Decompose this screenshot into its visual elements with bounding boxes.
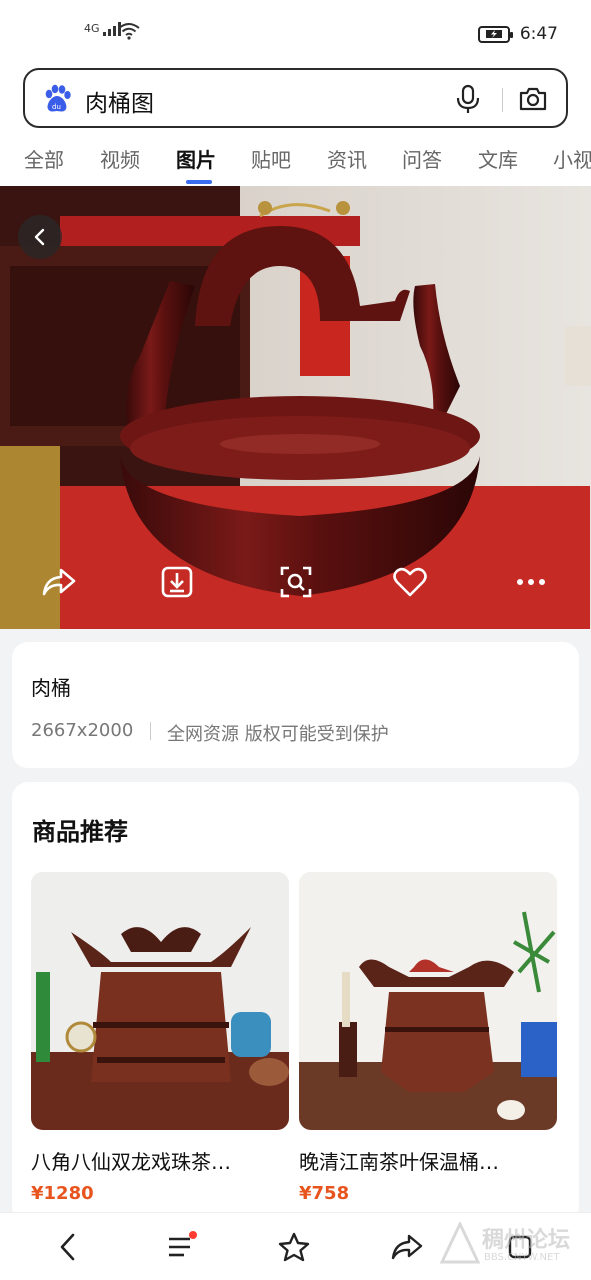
product-name[interactable]: 八角八仙双龙戏珠茶…: [31, 1146, 277, 1175]
search-box[interactable]: du 肉桶图: [23, 68, 568, 128]
microphone-icon[interactable]: [455, 84, 481, 118]
product-card[interactable]: 晚清江南茶叶保温桶… ¥758: [299, 872, 557, 1204]
share-arrow-icon: [391, 1234, 423, 1260]
signal-icon: 4G: [84, 22, 122, 36]
favorite-button[interactable]: [390, 562, 430, 602]
watermark-url: BBS.CNYW.NET: [484, 1252, 560, 1263]
section-title: 商品推荐: [32, 818, 128, 846]
more-options-button[interactable]: [511, 562, 551, 602]
tab-all[interactable]: 全部: [24, 144, 64, 173]
chevron-left-icon: [34, 228, 45, 246]
svg-text:du: du: [52, 103, 61, 111]
camera-icon[interactable]: [518, 84, 548, 118]
product-recommendations: 商品推荐 八角八仙双龙戏珠茶… ¥1280 晚清江南茶叶保温桶… ¥758: [12, 782, 579, 1222]
more-dots-icon: [517, 579, 545, 585]
tab-short-video[interactable]: 小视: [553, 144, 591, 173]
baidu-paw-icon: du: [41, 83, 73, 115]
download-icon: [161, 566, 193, 598]
status-bar: 4G 6:47: [0, 0, 591, 64]
tab-video[interactable]: 视频: [100, 144, 140, 173]
nav-bookmark-button[interactable]: [276, 1229, 312, 1265]
info-divider: [150, 722, 151, 740]
watermark-text: 稠州论坛: [482, 1228, 571, 1253]
status-time: 6:47: [519, 24, 558, 44]
product-image[interactable]: [299, 872, 557, 1130]
product-image[interactable]: [31, 872, 289, 1130]
forum-watermark: 稠州论坛 BBS.CNYW.NET: [438, 1218, 588, 1274]
image-source-note: 全网资源 版权可能受到保护: [167, 724, 389, 745]
share-arrow-icon: [42, 568, 76, 596]
share-button[interactable]: [39, 562, 79, 602]
search-header: du 肉桶图: [0, 64, 591, 134]
chevron-left-icon: [60, 1233, 75, 1261]
product-price: ¥758: [299, 1183, 350, 1204]
tab-images[interactable]: 图片: [176, 144, 216, 173]
image-dimensions: 2667x2000: [31, 720, 134, 741]
nav-back-button[interactable]: [50, 1229, 86, 1265]
notification-dot: [189, 1231, 197, 1239]
tab-news[interactable]: 资讯: [327, 144, 367, 173]
watermark-logo-icon: [440, 1222, 480, 1264]
battery-charging-icon: [477, 25, 513, 43]
active-tab-indicator: [186, 180, 212, 184]
heart-icon: [393, 567, 427, 597]
search-input[interactable]: 肉桶图: [85, 84, 154, 118]
star-icon: [278, 1232, 310, 1262]
image-info-card: 肉桶 2667x2000 全网资源 版权可能受到保护: [12, 642, 579, 768]
main-image-viewer[interactable]: [0, 186, 591, 629]
image-title: 肉桶: [31, 676, 71, 700]
back-button[interactable]: [18, 215, 62, 259]
search-divider: [502, 88, 503, 112]
tab-wenku[interactable]: 文库: [478, 144, 518, 173]
tab-tieba[interactable]: 贴吧: [251, 144, 291, 173]
visual-search-button[interactable]: [276, 562, 316, 602]
search-category-tabs: 全部 视频 图片 贴吧 资讯 问答 文库 小视: [0, 134, 591, 186]
nav-share-button[interactable]: [389, 1229, 425, 1265]
tab-qa[interactable]: 问答: [402, 144, 442, 173]
product-name[interactable]: 晚清江南茶叶保温桶…: [299, 1146, 545, 1175]
product-card[interactable]: 八角八仙双龙戏珠茶… ¥1280: [31, 872, 289, 1204]
wifi-icon: [118, 22, 140, 44]
product-price: ¥1280: [31, 1183, 94, 1204]
nav-menu-button[interactable]: [163, 1229, 199, 1265]
scan-search-icon: [280, 566, 312, 598]
download-button[interactable]: [157, 562, 197, 602]
network-type: 4G: [84, 22, 100, 35]
